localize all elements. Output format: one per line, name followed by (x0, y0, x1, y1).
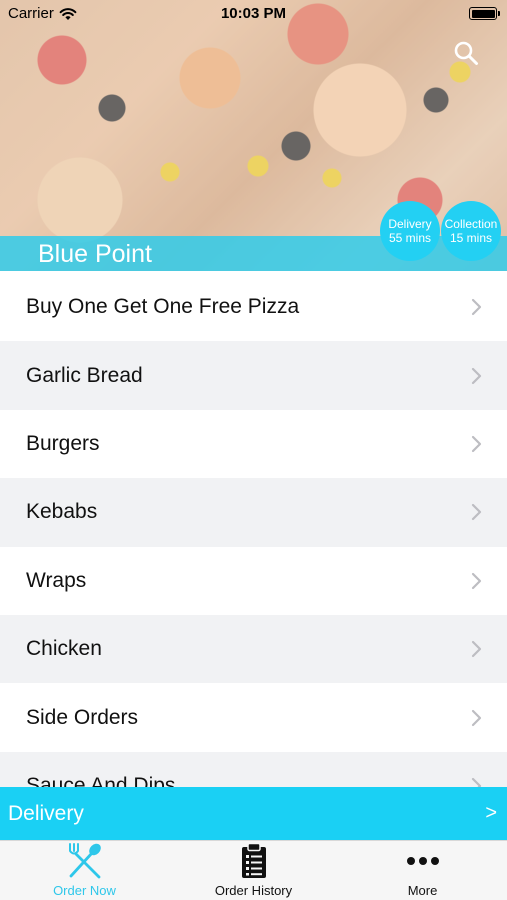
fork-spoon-icon (68, 843, 101, 879)
tab-order-now[interactable]: Order Now (0, 841, 169, 900)
menu-item-side-orders[interactable]: Side Orders (0, 683, 507, 752)
chevron-right-icon (471, 504, 482, 521)
menu-item-label: Chicken (26, 637, 102, 661)
status-bar: Carrier 10:03 PM (0, 0, 507, 28)
delivery-time-badge[interactable]: Delivery 55 mins (380, 201, 440, 261)
tab-order-history[interactable]: Order History (169, 841, 338, 900)
tab-bar: Order Now Order History More (0, 840, 507, 900)
chevron-right-icon (471, 435, 482, 453)
collection-badge-label: Collection (444, 217, 498, 231)
menu-category-list[interactable]: Buy One Get One Free Pizza Garlic Bread … (0, 273, 507, 787)
menu-item-label: Wraps (26, 568, 87, 592)
menu-item-label: Burgers (26, 431, 100, 455)
menu-item-label: Buy One Get One Free Pizza (26, 295, 300, 319)
menu-item-kebabs[interactable]: Kebabs (0, 478, 507, 547)
tab-label: Order Now (53, 883, 116, 898)
delivery-arrow: > (485, 802, 497, 824)
chevron-right-icon (471, 367, 482, 384)
chevron-right-icon (471, 641, 482, 658)
ellipsis-icon (406, 857, 439, 865)
search-icon[interactable] (453, 40, 479, 66)
menu-item-buy-one-get-one-free-pizza[interactable]: Buy One Get One Free Pizza (0, 273, 507, 342)
chevron-right-icon (471, 777, 482, 787)
menu-item-label: Sauce And Dips (26, 773, 176, 787)
status-time: 10:03 PM (220, 5, 287, 22)
chevron-right-icon (471, 572, 482, 589)
tab-label: More (407, 883, 438, 898)
restaurant-name: Blue Point (38, 240, 152, 268)
delivery-mode-bar[interactable]: Delivery > (0, 787, 507, 840)
delivery-mode-label: Delivery (8, 801, 84, 825)
menu-item-garlic-bread[interactable]: Garlic Bread (0, 341, 507, 410)
clipboard-icon (241, 842, 266, 878)
menu-item-chicken[interactable]: Chicken (0, 614, 507, 684)
battery-icon (469, 7, 500, 20)
tab-more[interactable]: More (338, 841, 507, 900)
menu-item-label: Garlic Bread (26, 363, 143, 387)
delivery-badge-time: 55 mins (388, 231, 432, 245)
tab-label: Order History (214, 883, 293, 898)
chevron-right-icon (471, 709, 482, 726)
collection-badge-time: 15 mins (449, 231, 493, 245)
collection-time-badge[interactable]: Collection 15 mins (441, 201, 501, 261)
menu-item-burgers[interactable]: Burgers (0, 409, 507, 479)
delivery-badge-label: Delivery (388, 217, 432, 231)
menu-item-wraps[interactable]: Wraps (0, 546, 507, 615)
chevron-right-icon (471, 299, 482, 316)
menu-item-sauce-and-dips[interactable]: Sauce And Dips (0, 751, 507, 787)
menu-item-label: Kebabs (26, 500, 98, 524)
menu-item-label: Side Orders (26, 705, 139, 729)
